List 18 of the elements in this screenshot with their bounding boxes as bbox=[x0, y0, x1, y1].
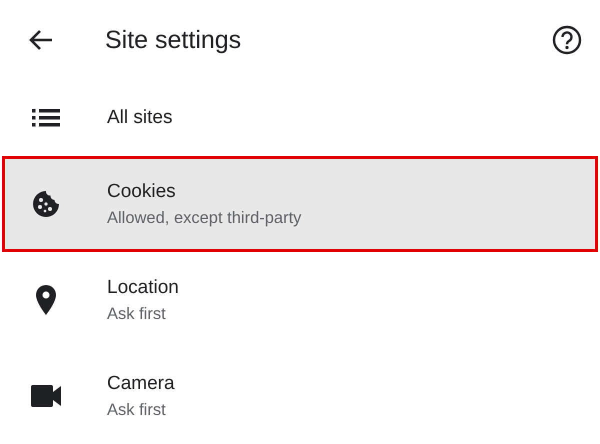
setting-status: Ask first bbox=[107, 400, 167, 420]
setting-title: All sites bbox=[107, 107, 172, 129]
setting-title: Cookies bbox=[107, 180, 177, 202]
settings-row[interactable]: Cookies Allowed, except third-party bbox=[2, 156, 598, 252]
list-icon bbox=[32, 109, 60, 127]
back-icon[interactable] bbox=[28, 29, 54, 51]
settings-row[interactable]: Location Ask first bbox=[2, 252, 598, 348]
settings-row[interactable]: Camera Ask first bbox=[2, 348, 598, 444]
location-pin-icon bbox=[36, 285, 56, 315]
cookie-icon bbox=[32, 190, 60, 218]
page-title: Site settings bbox=[105, 26, 242, 54]
video-camera-icon bbox=[31, 385, 61, 407]
settings-row[interactable]: All sites bbox=[2, 80, 598, 156]
setting-title: Camera bbox=[107, 372, 175, 394]
help-icon[interactable] bbox=[552, 25, 582, 55]
setting-status: Ask first bbox=[107, 304, 167, 324]
setting-title: Location bbox=[107, 276, 179, 298]
setting-status: Allowed, except third-party bbox=[107, 208, 302, 228]
